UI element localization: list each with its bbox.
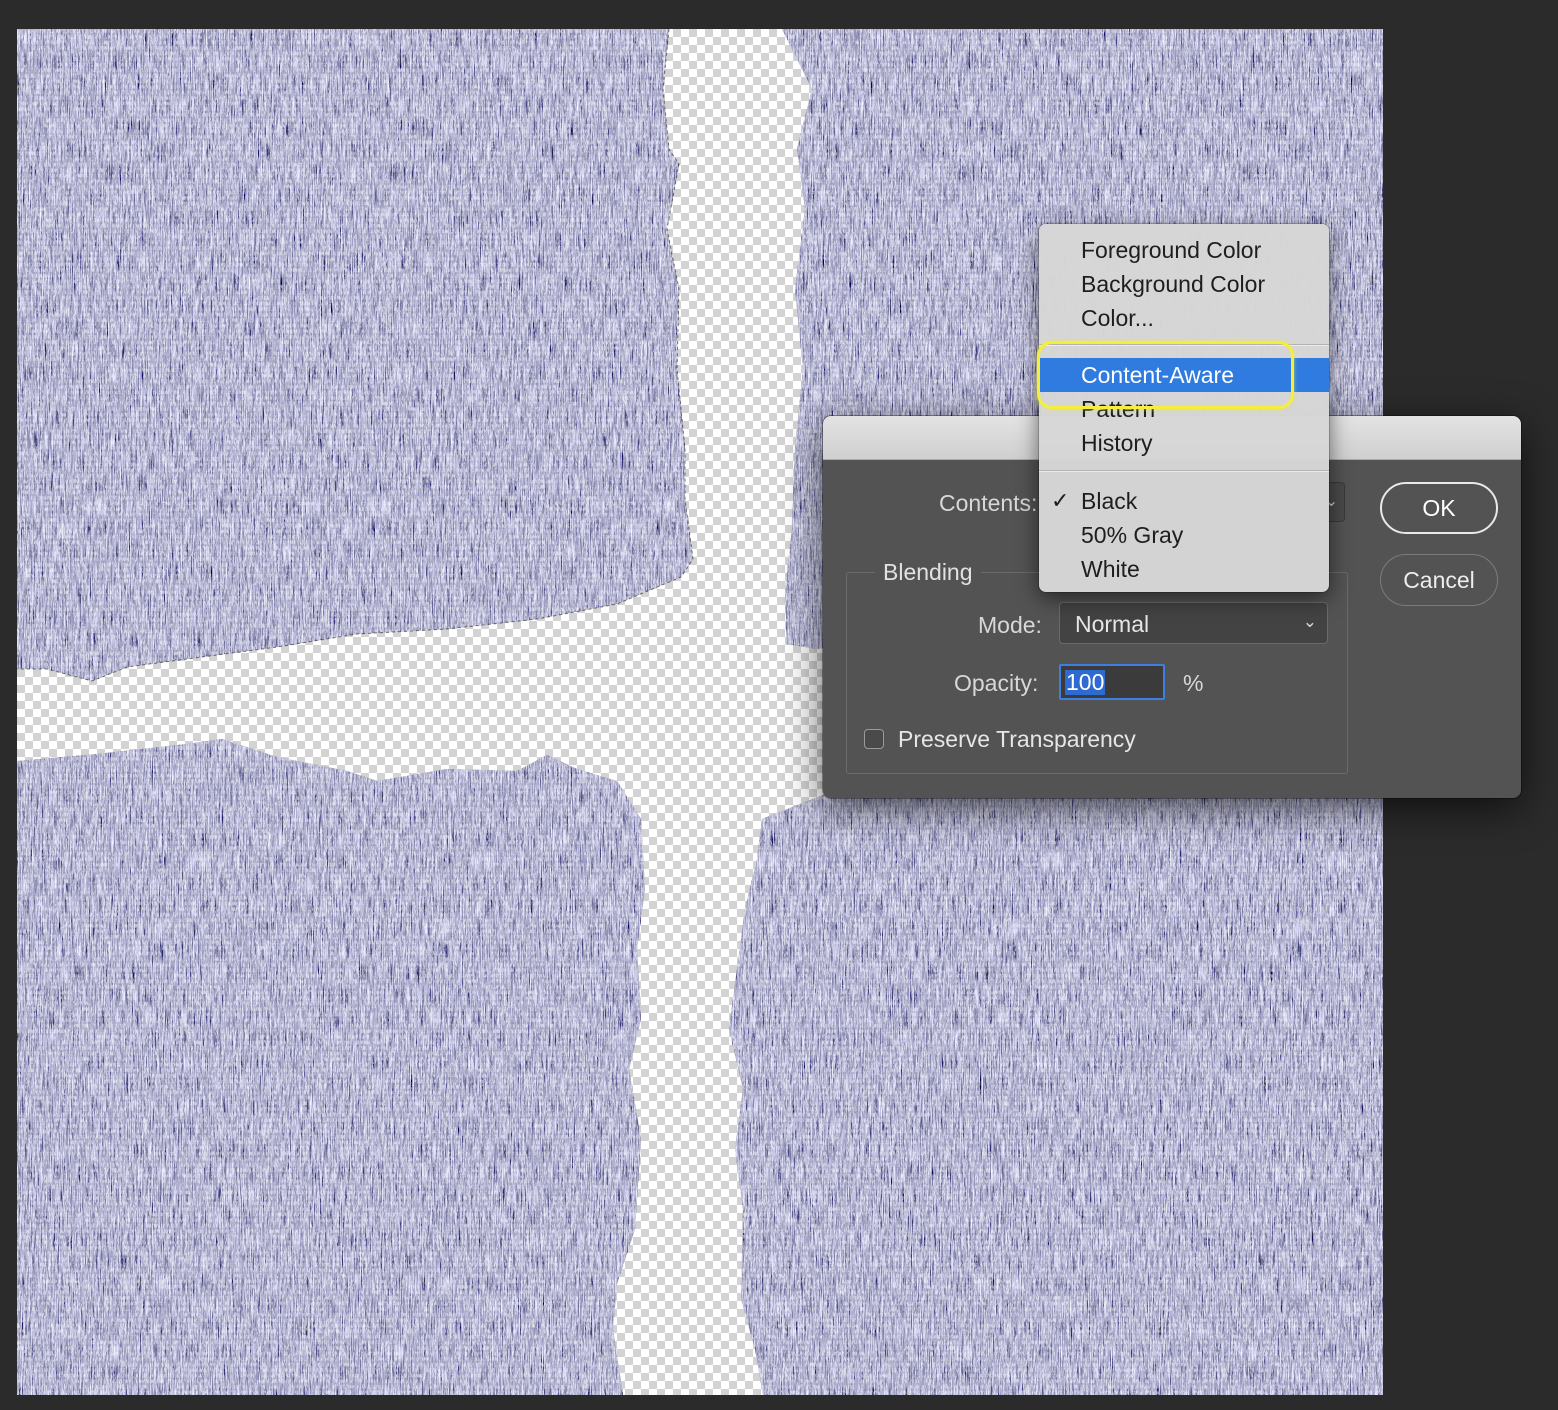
mode-dropdown[interactable]: Normal ⌄: [1059, 602, 1328, 644]
menu-item-white[interactable]: White: [1039, 552, 1329, 586]
chevron-down-icon: ⌄: [1302, 612, 1317, 631]
preserve-transparency-label[interactable]: Preserve Transparency: [898, 726, 1136, 753]
opacity-label: Opacity:: [954, 670, 1039, 696]
annotation-highlight-ring: [1037, 341, 1294, 409]
mode-label: Mode:: [978, 612, 1042, 638]
mode-value: Normal: [1075, 611, 1150, 637]
checkmark-icon: ✓: [1051, 488, 1070, 513]
menu-item-50-gray[interactable]: 50% Gray: [1039, 518, 1329, 552]
opacity-unit: %: [1183, 670, 1204, 696]
opacity-input[interactable]: 100: [1059, 664, 1165, 700]
menu-item-foreground-color[interactable]: Foreground Color: [1039, 233, 1329, 267]
preserve-transparency-checkbox[interactable]: [864, 729, 884, 749]
menu-item-background-color[interactable]: Background Color: [1039, 267, 1329, 301]
blending-legend: Blending: [875, 559, 981, 586]
menu-item-history[interactable]: History: [1039, 426, 1329, 460]
opacity-value: 100: [1065, 669, 1106, 695]
menu-separator: [1039, 470, 1329, 472]
cancel-button[interactable]: Cancel: [1380, 554, 1498, 606]
contents-label: Contents:: [939, 490, 1038, 516]
ok-button[interactable]: OK: [1380, 482, 1498, 534]
menu-item-black[interactable]: ✓ Black: [1039, 484, 1329, 518]
menu-item-black-label: Black: [1081, 488, 1138, 514]
menu-item-color[interactable]: Color...: [1039, 301, 1329, 335]
